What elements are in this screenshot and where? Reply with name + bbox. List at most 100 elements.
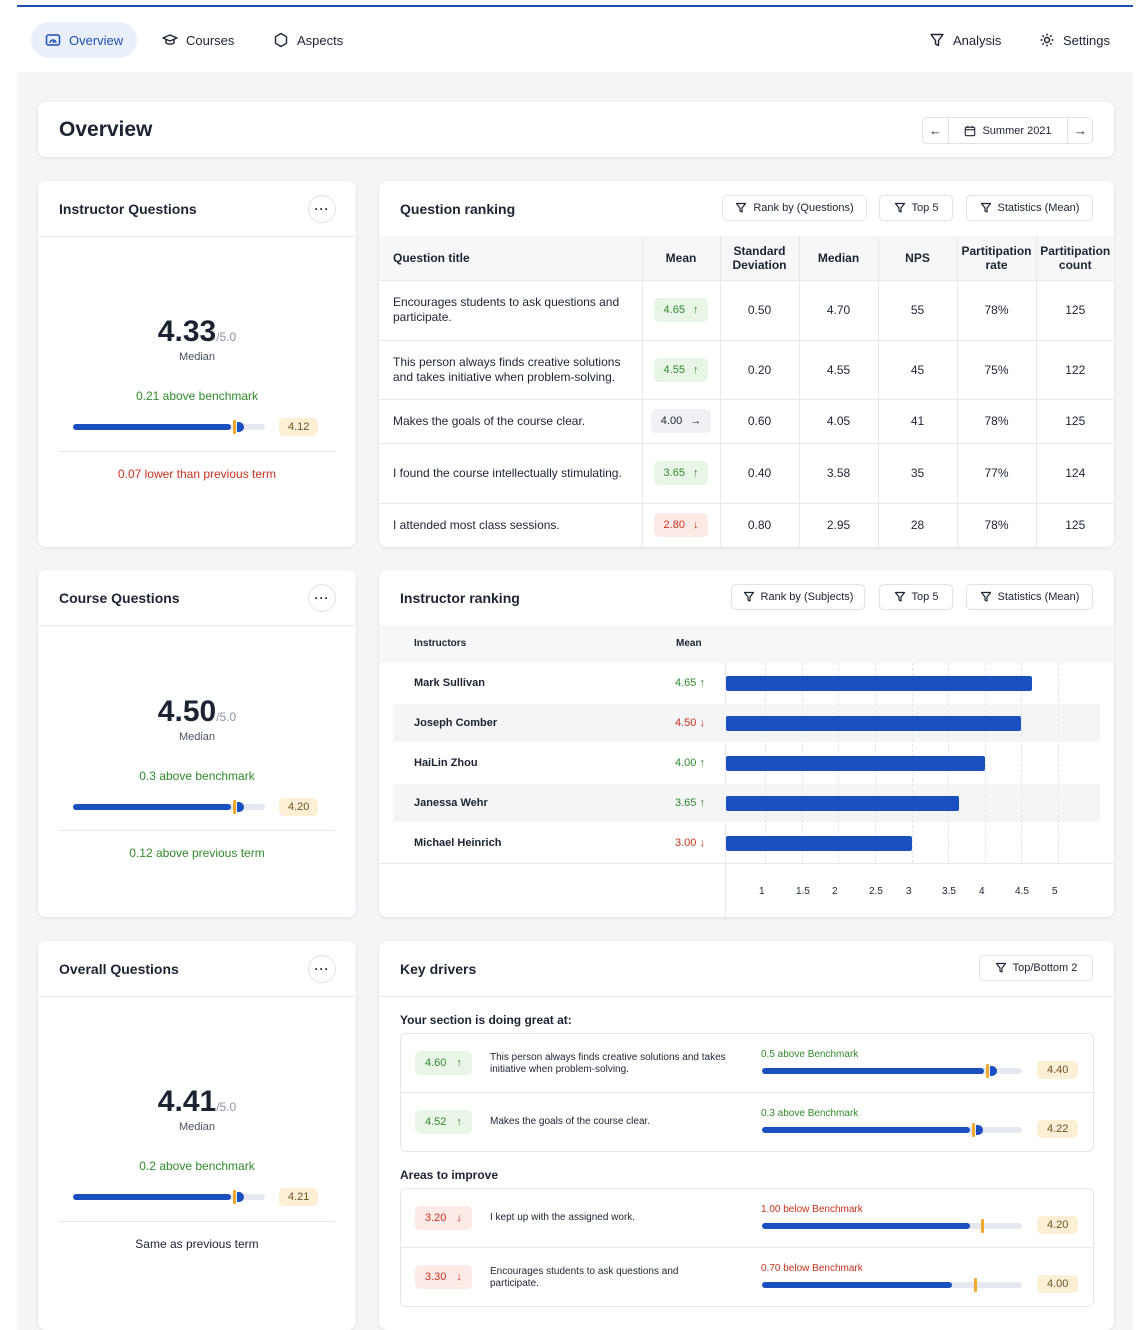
app: Overview Courses Aspects Analysis Settin… — [17, 0, 1133, 1330]
prev-term-button[interactable]: ← — [923, 118, 949, 143]
top-bottom-filter[interactable]: Top/Bottom 2 — [979, 955, 1093, 981]
divider — [38, 236, 356, 237]
filter-icon — [930, 33, 944, 47]
column-header[interactable]: Partitipation rate — [957, 236, 1037, 281]
benchmark-bar — [73, 800, 265, 814]
dashboard-icon — [45, 34, 61, 46]
column-header[interactable]: Partitipation count — [1036, 236, 1114, 281]
median-label: Median — [178, 731, 216, 743]
table-row[interactable]: Encourages students to ask questions and… — [379, 280, 1114, 341]
filter-label: Statistics (Mean) — [997, 202, 1080, 214]
instructor-name: HaiLin Zhou — [414, 757, 478, 769]
rank-by-filter[interactable]: Rank by (Questions) — [722, 195, 867, 221]
benchmark-bar — [73, 1190, 265, 1204]
nav-aspects[interactable]: Aspects — [259, 22, 357, 58]
median-value: 4.41/5.0 — [38, 1085, 356, 1119]
nav-overview[interactable]: Overview — [31, 22, 138, 58]
benchmark-marker — [986, 1064, 989, 1078]
sd-cell: 0.60 — [720, 399, 800, 444]
arrow-left-icon: ← — [929, 123, 942, 138]
score-marker — [237, 1192, 244, 1202]
median-out-of: /5.0 — [216, 710, 237, 724]
nps-cell: 35 — [878, 443, 958, 504]
question-title: I found the course intellectually stimul… — [379, 443, 643, 504]
benchmark-bar — [73, 420, 265, 434]
nps-cell: 28 — [878, 503, 958, 547]
median-number: 4.50 — [157, 695, 217, 728]
rate-cell: 78% — [957, 399, 1037, 444]
nav-courses[interactable]: Courses — [148, 22, 248, 58]
great-section-label: Your section is doing great at: — [400, 1013, 572, 1027]
table-row[interactable]: This person always finds creative soluti… — [379, 340, 1114, 400]
instructor-bar — [726, 756, 985, 771]
question-title: This person always finds creative soluti… — [379, 340, 643, 400]
driver-row[interactable]: 3.20 ↓ I kept up with the assigned work. … — [401, 1189, 1093, 1247]
nav-settings[interactable]: Settings — [1025, 22, 1124, 58]
driver-bar — [762, 1123, 1022, 1137]
filter-icon — [894, 591, 905, 602]
rank-by-filter[interactable]: Rank by (Subjects) — [731, 584, 865, 610]
driver-benchmark-value: 4.40 — [1037, 1061, 1079, 1079]
score-value: 3.30 — [425, 1271, 447, 1283]
benchmark-text: 0.3 above benchmark — [139, 769, 255, 783]
count-cell: 124 — [1036, 443, 1114, 504]
divider — [38, 625, 356, 626]
mean-value: 4.55 — [663, 363, 685, 376]
median-cell: 4.70 — [799, 280, 879, 341]
median-cell: 3.58 — [799, 443, 879, 504]
filter-label: Top/Bottom 2 — [1012, 962, 1078, 974]
driver-score: 4.52 ↑ — [415, 1110, 472, 1134]
card-title: Course Questions — [59, 590, 180, 606]
benchmark-marker — [981, 1219, 984, 1233]
arrow-up-icon: ↑ — [699, 757, 705, 769]
median-label: Median — [178, 351, 216, 363]
score-fill — [762, 1068, 984, 1074]
driver-benchmark-text: 0.5 above Benchmark — [761, 1049, 859, 1060]
driver-row[interactable]: 4.60 ↑ This person always finds creative … — [401, 1034, 1093, 1092]
divider — [379, 863, 1114, 864]
statistics-filter[interactable]: Statistics (Mean) — [966, 195, 1093, 221]
divider — [59, 830, 335, 831]
table-row[interactable]: I found the course intellectually stimul… — [379, 443, 1114, 504]
mean-badge: 2.80 ↓ — [653, 513, 709, 538]
column-header[interactable]: Question title — [379, 236, 643, 281]
column-header[interactable]: NPS — [878, 236, 958, 281]
term-picker: ← Summer 2021 → — [922, 117, 1093, 144]
driver-row[interactable]: 4.52 ↑ Makes the goals of the course clea… — [401, 1093, 1093, 1151]
overview-header: Overview ← Summer 2021 → — [38, 102, 1114, 157]
filter-label: Statistics (Mean) — [997, 591, 1080, 603]
calendar-icon — [965, 125, 976, 136]
top-n-filter[interactable]: Top 5 — [879, 195, 953, 221]
instructor-mean: 3.65 ↑ — [675, 797, 705, 809]
driver-row[interactable]: 3.30 ↓ Encourages students to ask questio… — [401, 1248, 1093, 1306]
top-n-filter[interactable]: Top 5 — [879, 584, 953, 610]
driver-benchmark-value: 4.00 — [1037, 1275, 1079, 1293]
table-header: Question title Mean Standard Deviation M… — [379, 236, 1114, 281]
more-options-button[interactable]: ··· — [308, 955, 336, 983]
mean-badge: 4.65 ↑ — [653, 298, 709, 322]
nps-cell: 55 — [878, 280, 958, 341]
nav-analysis[interactable]: Analysis — [915, 22, 1015, 58]
nav-overview-label: Overview — [69, 32, 124, 48]
instructor-mean: 4.00 ↑ — [675, 757, 705, 769]
column-header[interactable]: Standard Deviation — [720, 236, 800, 281]
table-row[interactable]: I attended most class sessions. 2.80 ↓ 0.… — [379, 503, 1114, 547]
mean-cell: 3.65 ↑ — [642, 443, 721, 504]
driver-text: Encourages students to ask questions and… — [490, 1266, 679, 1289]
more-options-button[interactable]: ··· — [308, 584, 336, 612]
column-header[interactable]: Mean — [642, 236, 721, 281]
score-fill — [762, 1282, 952, 1288]
driver-score: 3.20 ↓ — [415, 1206, 472, 1230]
benchmark-marker — [233, 420, 236, 434]
count-cell: 122 — [1036, 340, 1114, 400]
table-row[interactable]: Makes the goals of the course clear. 4.0… — [379, 399, 1114, 444]
mean-value: 4.50 — [675, 717, 697, 729]
term-selector[interactable]: Summer 2021 — [949, 118, 1067, 143]
next-term-button[interactable]: → — [1067, 118, 1093, 143]
score-fill — [762, 1223, 970, 1229]
more-options-button[interactable]: ··· — [308, 195, 336, 223]
driver-benchmark-text: 1.00 below Benchmark — [761, 1204, 863, 1215]
filter-icon — [995, 962, 1006, 973]
statistics-filter[interactable]: Statistics (Mean) — [966, 584, 1093, 610]
column-header[interactable]: Median — [799, 236, 879, 281]
